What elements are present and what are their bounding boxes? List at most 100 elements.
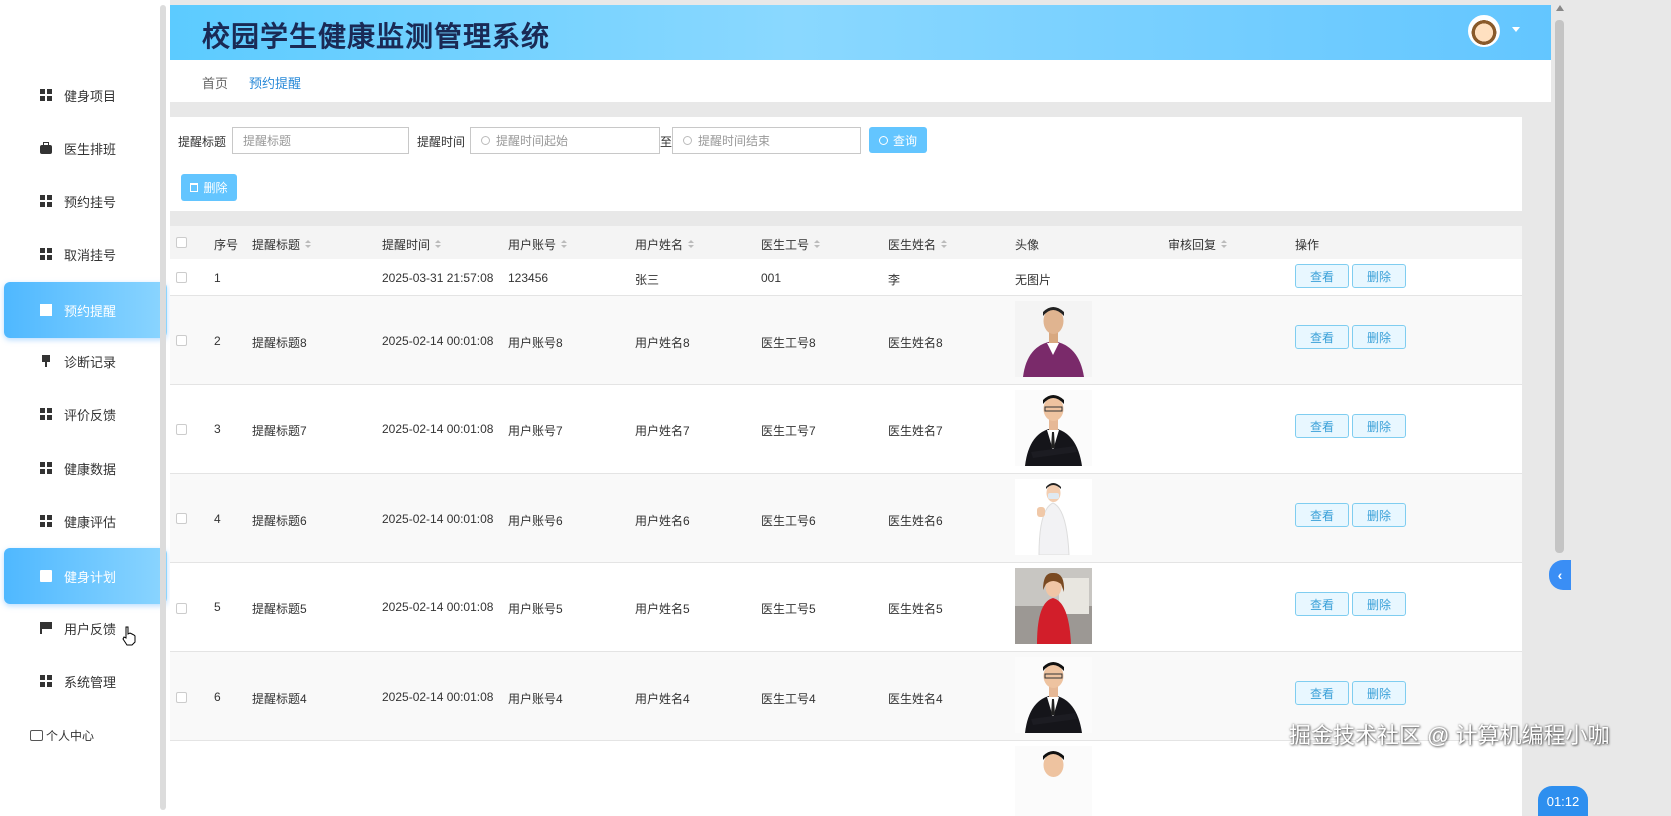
cell-no: 4 <box>214 512 221 526</box>
range-separator: 至 <box>660 135 673 149</box>
scroll-up-arrow-icon[interactable] <box>1556 5 1564 11</box>
row-checkbox[interactable] <box>176 272 187 283</box>
chevron-down-icon[interactable] <box>1512 27 1520 32</box>
column-header-avatar: 头像 <box>1015 238 1040 252</box>
batch-delete-button[interactable]: 删除 <box>181 174 237 201</box>
time-end-placeholder: 提醒时间结束 <box>698 134 771 148</box>
delete-button[interactable]: 删除 <box>1352 681 1406 705</box>
delete-button[interactable]: 删除 <box>1352 325 1406 349</box>
sidebar-scrollbar[interactable] <box>160 5 166 810</box>
pin-icon <box>40 355 52 367</box>
title-filter-label: 提醒标题 <box>178 135 227 149</box>
column-header-doctor-id[interactable]: 医生工号 <box>761 236 821 253</box>
delete-button[interactable]: 删除 <box>1352 503 1406 527</box>
table-row <box>170 741 1522 816</box>
query-button[interactable]: 查询 <box>869 127 927 153</box>
avatar-photo[interactable] <box>1015 568 1092 644</box>
sidebar-item-health-data[interactable]: 健康数据 <box>4 440 167 496</box>
person-photo-icon <box>1015 390 1092 466</box>
cell-username: 用户姓名8 <box>635 336 690 350</box>
avatar-photo[interactable] <box>1015 390 1092 466</box>
view-button[interactable]: 查看 <box>1295 503 1349 527</box>
cell-doctor-id: 医生工号4 <box>761 692 816 706</box>
view-button[interactable]: 查看 <box>1295 264 1349 288</box>
select-all-checkbox[interactable] <box>176 237 187 248</box>
cell-no: 3 <box>214 422 221 436</box>
delete-button[interactable]: 删除 <box>1352 414 1406 438</box>
table-header: 序号 提醒标题 提醒时间 用户账号 用户姓名 医生工号 医生姓名 头像 审核回复… <box>170 226 1522 259</box>
column-header-doctor-name[interactable]: 医生姓名 <box>888 236 948 253</box>
sort-icon[interactable] <box>1221 240 1228 249</box>
table-row: 4 提醒标题6 2025-02-14 00:01:08 用户账号6 用户姓名6 … <box>170 474 1522 563</box>
sidebar-item-system-management[interactable]: 系统管理 <box>4 653 167 709</box>
sort-icon[interactable] <box>941 240 948 249</box>
cell-doctor-id: 医生工号8 <box>761 336 816 350</box>
cell-time: 2025-02-14 00:01:08 <box>382 600 494 614</box>
grid-icon <box>40 248 52 260</box>
row-checkbox[interactable] <box>176 424 187 435</box>
cell-no: 5 <box>214 600 221 614</box>
sidebar-item-label: 健康评估 <box>64 514 117 530</box>
row-checkbox[interactable] <box>176 692 187 703</box>
title-filter-input[interactable]: 提醒标题 <box>232 127 409 154</box>
avatar-photo[interactable] <box>1015 301 1092 377</box>
sort-icon[interactable] <box>814 240 821 249</box>
sidebar-item-label: 用户反馈 <box>64 621 117 637</box>
cell-account: 用户账号6 <box>508 514 563 528</box>
row-checkbox[interactable] <box>176 603 187 614</box>
avatar-photo[interactable] <box>1015 479 1092 555</box>
breadcrumb-home[interactable]: 首页 <box>202 73 228 92</box>
delete-button[interactable]: 删除 <box>1352 592 1406 616</box>
row-checkbox[interactable] <box>176 513 187 524</box>
avatar-photo[interactable] <box>1015 746 1092 816</box>
user-avatar[interactable] <box>1468 15 1500 47</box>
search-icon <box>878 135 888 145</box>
sidebar-item-appointment-reminder[interactable]: 预约提醒 <box>4 282 167 338</box>
sidebar-item-feedback-rating[interactable]: 评价反馈 <box>4 386 167 442</box>
sort-icon[interactable] <box>561 240 568 249</box>
column-header-username[interactable]: 用户姓名 <box>635 236 695 253</box>
time-start-placeholder: 提醒时间起始 <box>496 134 569 148</box>
column-header-account[interactable]: 用户账号 <box>508 236 568 253</box>
trash-icon <box>190 183 199 192</box>
page-scrollbar[interactable] <box>1555 20 1564 553</box>
cell-account: 用户账号5 <box>508 602 563 616</box>
column-header-reply[interactable]: 审核回复 <box>1168 236 1228 253</box>
sidebar-item-label: 健身项目 <box>64 88 117 104</box>
row-checkbox[interactable] <box>176 335 187 346</box>
view-button[interactable]: 查看 <box>1295 681 1349 705</box>
sidebar-item-diagnosis-record[interactable]: 诊断记录 <box>4 333 167 389</box>
view-button[interactable]: 查看 <box>1295 325 1349 349</box>
view-button[interactable]: 查看 <box>1295 592 1349 616</box>
sidebar-item-health-assessment[interactable]: 健康评估 <box>4 493 167 549</box>
sidebar-item-fitness-plan[interactable]: 健身计划 <box>4 548 167 604</box>
column-header-time[interactable]: 提醒时间 <box>382 236 442 253</box>
cell-account: 123456 <box>508 271 549 285</box>
sidebar-item-label: 个人中心 <box>46 729 95 743</box>
cell-doctor-id: 医生工号7 <box>761 424 816 438</box>
time-end-input[interactable]: 提醒时间结束 <box>672 127 861 154</box>
chevron-left-icon[interactable]: ‹ <box>1549 560 1571 590</box>
cell-no: 1 <box>214 271 221 285</box>
person-photo-icon <box>1015 479 1092 555</box>
sort-icon[interactable] <box>435 240 442 249</box>
delete-button[interactable]: 删除 <box>1352 264 1406 288</box>
time-start-input[interactable]: 提醒时间起始 <box>470 127 660 154</box>
cell-username: 用户姓名7 <box>635 424 690 438</box>
sidebar-item-fitness-project[interactable]: 健身项目 <box>4 67 167 123</box>
view-button[interactable]: 查看 <box>1295 414 1349 438</box>
avatar-photo[interactable] <box>1015 657 1092 733</box>
grid-icon <box>40 462 52 474</box>
sidebar-item-cancel-appointment[interactable]: 取消挂号 <box>4 226 167 282</box>
sort-icon[interactable] <box>688 240 695 249</box>
column-header-title[interactable]: 提醒标题 <box>252 236 312 253</box>
cell-time: 2025-02-14 00:01:08 <box>382 512 494 526</box>
person-photo-icon <box>1015 568 1092 644</box>
sidebar-item-user-feedback[interactable]: 用户反馈 <box>4 600 167 656</box>
grid-icon <box>40 195 52 207</box>
sort-icon[interactable] <box>305 240 312 249</box>
grid-icon <box>40 515 52 527</box>
sidebar-item-personal-center[interactable]: 个人中心 <box>30 727 94 744</box>
sidebar-item-doctor-schedule[interactable]: 医生排班 <box>4 120 167 176</box>
sidebar-item-appointment[interactable]: 预约挂号 <box>4 173 167 229</box>
